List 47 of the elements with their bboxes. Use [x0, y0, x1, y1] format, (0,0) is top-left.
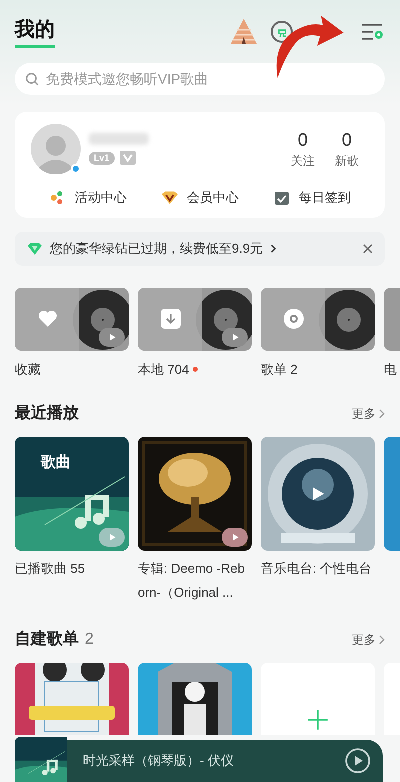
shortcut-tile[interactable]	[384, 288, 400, 350]
stat-value[interactable]: 0	[342, 128, 352, 152]
search-field[interactable]: 免费模式邀您畅听VIP歌曲	[15, 63, 385, 95]
download-icon	[161, 308, 181, 328]
section-title: 自建歌单	[15, 630, 79, 650]
now-playing-cover[interactable]	[15, 737, 67, 782]
section-title: 最近播放	[15, 403, 79, 424]
tile-label[interactable]: 收藏	[15, 360, 41, 379]
more-link[interactable]: 更多	[352, 631, 385, 649]
more-link[interactable]: 更多	[352, 405, 385, 423]
close-icon[interactable]	[363, 244, 373, 254]
search-icon	[25, 72, 40, 87]
stat-label[interactable]: 关注	[291, 152, 315, 170]
shortcut-tile[interactable]	[138, 288, 252, 350]
shortcut-tile[interactable]	[261, 288, 375, 350]
shortcut-link[interactable]: 会员中心	[161, 188, 239, 208]
diamond-icon	[161, 190, 179, 206]
chevron-icon	[379, 409, 385, 419]
stat-label[interactable]: 新歌	[335, 152, 359, 170]
shortcut-tile[interactable]	[15, 288, 129, 350]
item-label[interactable]: 专辑: Deemo -Reborn-（Original ...	[138, 557, 252, 605]
banner-text: 您的豪华绿钻已过期，续费低至9.9元	[50, 240, 264, 258]
cover-tag: 歌曲	[41, 452, 71, 474]
shortcut-link[interactable]: 每日签到	[273, 188, 351, 208]
item-label[interactable]: 音乐电台: 个性电台	[261, 557, 375, 581]
section-count: 2	[85, 630, 94, 650]
page-title[interactable]: 我的	[15, 16, 55, 48]
level-badge: Lv1	[89, 152, 115, 164]
stat-value[interactable]: 0	[298, 128, 308, 152]
blurred-username	[89, 133, 149, 145]
play-button[interactable]	[345, 748, 371, 774]
calendar-check-icon	[273, 190, 291, 206]
heart-icon	[38, 308, 58, 328]
item-label[interactable]: 已播歌曲 55	[15, 557, 129, 581]
menu-icon[interactable]	[361, 22, 385, 42]
tile-label[interactable]: 本地 704	[138, 360, 190, 379]
shortcut-link[interactable]: 活动中心	[49, 188, 127, 208]
chevron-icon	[270, 244, 278, 254]
now-playing-title[interactable]: 时光采样（钢琴版）- 伏仪	[83, 751, 345, 771]
chevron-icon	[379, 635, 385, 645]
plus-icon	[307, 709, 329, 731]
tile-label[interactable]: 歌单 2	[261, 360, 298, 379]
disc-icon	[284, 308, 304, 328]
renewal-banner[interactable]: 您的豪华绿钻已过期，续费低至9.9元	[15, 232, 385, 266]
diamond-icon	[27, 242, 43, 256]
tile-label[interactable]: 电	[384, 360, 397, 379]
vip-badge-icon	[120, 151, 136, 165]
